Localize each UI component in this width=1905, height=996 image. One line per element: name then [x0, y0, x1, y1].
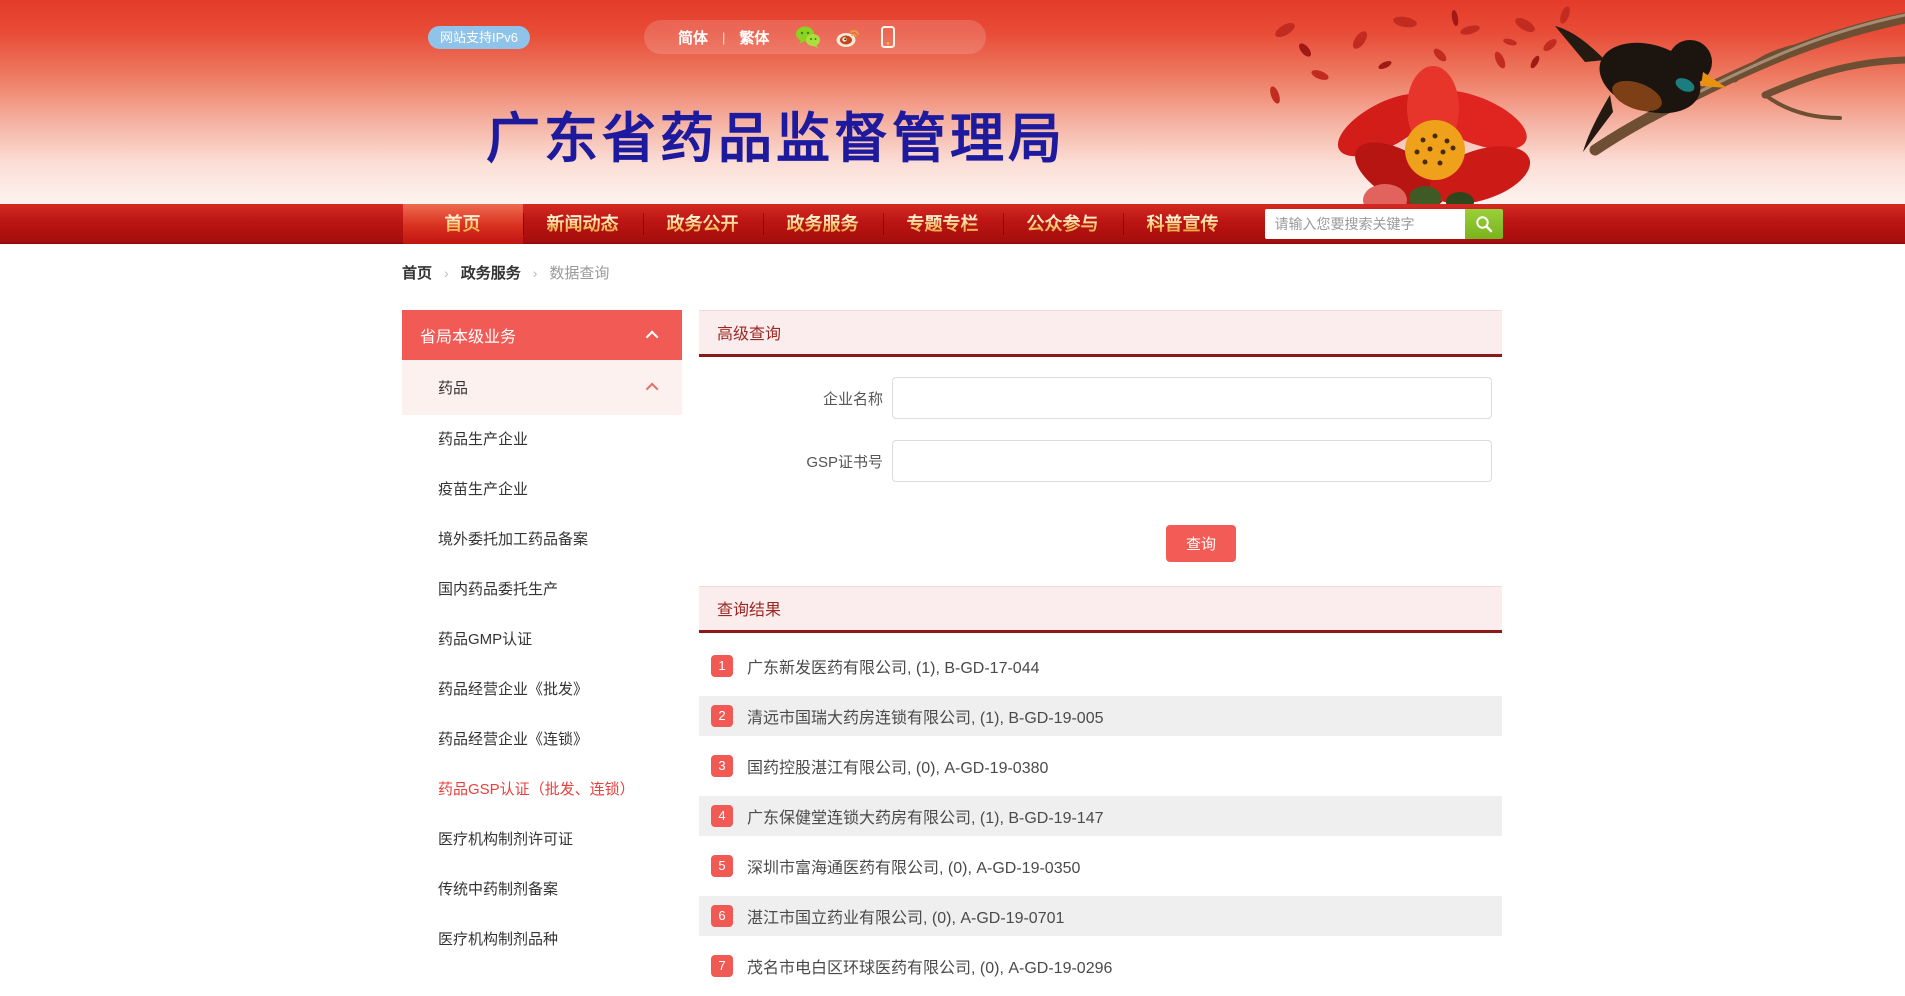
result-text[interactable]: 广东新发医药有限公司, (1), B-GD-17-044 — [747, 654, 1040, 678]
result-row[interactable]: 6 湛江市国立药业有限公司, (0), A-GD-19-0701 — [699, 896, 1502, 936]
sidebar-item[interactable]: 药品生产企业 — [402, 415, 682, 465]
nav-item-label: 新闻动态 — [547, 214, 619, 234]
sidebar: 省局本级业务 药品 药品生产企业 疫苗生产企业 境外委托加工药品备案 国内药品委… — [402, 310, 682, 965]
result-number-badge: 2 — [711, 705, 733, 727]
result-row[interactable]: 5 深圳市富海通医药有限公司, (0), A-GD-19-0350 — [699, 846, 1502, 886]
nav-item-label: 首页 — [445, 214, 481, 234]
lang-simplified-link[interactable]: 简体 — [678, 27, 708, 48]
nav-item-label: 政务公开 — [667, 214, 739, 234]
mobile-icon[interactable] — [875, 24, 901, 50]
main-nav: 首页 新闻动态 政务公开 政务服务 专题专栏 公众 — [0, 204, 1905, 244]
gsp-cert-row: GSP证书号 — [699, 440, 1502, 482]
breadcrumb: 首页 › 政务服务 › 数据查询 — [402, 262, 609, 283]
result-text[interactable]: 湛江市国立药业有限公司, (0), A-GD-19-0701 — [747, 904, 1064, 928]
query-submit-button[interactable]: 查询 — [1166, 525, 1236, 562]
breadcrumb-current: 数据查询 — [549, 262, 609, 283]
social-icons — [795, 24, 901, 50]
site-search — [1265, 209, 1503, 239]
result-text[interactable]: 茂名市电白区环球医药有限公司, (0), A-GD-19-0296 — [747, 954, 1112, 978]
sidebar-item[interactable]: 药品经营企业《连锁》 — [402, 715, 682, 765]
result-number-badge: 6 — [711, 905, 733, 927]
advanced-query-section-header: 高级查询 — [699, 310, 1502, 357]
result-row[interactable]: 1 广东新发医药有限公司, (1), B-GD-17-044 — [699, 646, 1502, 686]
flower-bird-decoration — [1265, 0, 1905, 204]
lang-separator: | — [722, 30, 725, 45]
company-name-input[interactable] — [892, 377, 1492, 419]
nav-item[interactable]: 首页 — [403, 204, 523, 244]
sidebar-item[interactable]: 疫苗生产企业 — [402, 465, 682, 515]
sidebar-group-label: 药品 — [438, 377, 468, 398]
sidebar-item[interactable]: 药品经营企业《批发》 — [402, 665, 682, 715]
nav-item[interactable]: 专题专栏 — [883, 204, 1003, 244]
sidebar-item[interactable]: 境外委托加工药品备案 — [402, 515, 682, 565]
result-text[interactable]: 深圳市富海通医药有限公司, (0), A-GD-19-0350 — [747, 854, 1080, 878]
sidebar-item[interactable]: 药品GSP认证（批发、连锁） — [402, 765, 682, 815]
nav-item-label: 专题专栏 — [907, 214, 979, 234]
result-number-badge: 1 — [711, 655, 733, 677]
nav-item[interactable]: 科普宣传 — [1123, 204, 1243, 244]
sidebar-group-drugs[interactable]: 药品 — [402, 360, 682, 415]
site-header: 网站支持IPv6 简体 | 繁体 — [0, 0, 1905, 204]
main-content: 高级查询 企业名称 GSP证书号 查询 查询结果 1 广东新发医药有限公司, (… — [699, 310, 1502, 996]
result-text[interactable]: 广东保健堂连锁大药房有限公司, (1), B-GD-19-147 — [747, 804, 1104, 828]
search-icon — [1475, 215, 1493, 233]
query-form: 企业名称 GSP证书号 查询 — [699, 357, 1502, 586]
ipv6-support-badge: 网站支持IPv6 — [428, 26, 530, 49]
results-section: 查询结果 1 广东新发医药有限公司, (1), B-GD-17-044 2 清远… — [699, 586, 1502, 986]
nav-item[interactable]: 政务服务 — [763, 204, 883, 244]
search-button[interactable] — [1465, 209, 1503, 239]
sidebar-header-label: 省局本级业务 — [420, 323, 516, 347]
search-input[interactable] — [1265, 209, 1465, 239]
result-text[interactable]: 清远市国瑞大药房连锁有限公司, (1), B-GD-19-005 — [747, 704, 1104, 728]
breadcrumb-section[interactable]: 政务服务 — [461, 262, 521, 283]
chevron-up-icon — [646, 383, 659, 396]
result-row[interactable]: 4 广东保健堂连锁大药房有限公司, (1), B-GD-19-147 — [699, 796, 1502, 836]
nav-item-label: 政务服务 — [787, 214, 859, 234]
results-list: 1 广东新发医药有限公司, (1), B-GD-17-044 2 清远市国瑞大药… — [699, 646, 1502, 986]
result-number-badge: 5 — [711, 855, 733, 877]
sidebar-menu: 药品生产企业 疫苗生产企业 境外委托加工药品备案 国内药品委托生产 药品GMP认… — [402, 415, 682, 965]
header-toolbar: 简体 | 繁体 — [644, 20, 986, 54]
gsp-cert-input[interactable] — [892, 440, 1492, 482]
result-number-badge: 3 — [711, 755, 733, 777]
sidebar-item[interactable]: 药品GMP认证 — [402, 615, 682, 665]
breadcrumb-separator: › — [444, 265, 449, 281]
weibo-icon[interactable] — [835, 24, 861, 50]
nav-item[interactable]: 政务公开 — [643, 204, 763, 244]
nav-item[interactable]: 公众参与 — [1003, 204, 1123, 244]
nav-item-label: 公众参与 — [1027, 214, 1099, 234]
nav-menu: 首页 新闻动态 政务公开 政务服务 专题专栏 公众 — [403, 204, 1243, 244]
nav-item[interactable]: 新闻动态 — [523, 204, 643, 244]
result-text[interactable]: 国药控股湛江有限公司, (0), A-GD-19-0380 — [747, 754, 1048, 778]
sidebar-item[interactable]: 医疗机构制剂许可证 — [402, 815, 682, 865]
sidebar-item[interactable]: 医疗机构制剂品种 — [402, 915, 682, 965]
nav-item-label: 科普宣传 — [1147, 214, 1219, 234]
form-actions: 查询 — [901, 503, 1501, 586]
query-results-section-header: 查询结果 — [699, 586, 1502, 633]
breadcrumb-home[interactable]: 首页 — [402, 262, 432, 283]
chevron-up-icon — [646, 330, 659, 343]
sidebar-item[interactable]: 国内药品委托生产 — [402, 565, 682, 615]
gsp-cert-label: GSP证书号 — [699, 451, 892, 472]
breadcrumb-separator: › — [533, 265, 538, 281]
result-number-badge: 7 — [711, 955, 733, 977]
wechat-icon[interactable] — [795, 24, 821, 50]
result-row[interactable]: 2 清远市国瑞大药房连锁有限公司, (1), B-GD-19-005 — [699, 696, 1502, 736]
site-title: 广东省药品监督管理局 — [486, 94, 1066, 173]
lang-traditional-link[interactable]: 繁体 — [739, 27, 769, 48]
company-name-row: 企业名称 — [699, 377, 1502, 419]
company-name-label: 企业名称 — [699, 388, 892, 409]
result-number-badge: 4 — [711, 805, 733, 827]
result-row[interactable]: 7 茂名市电白区环球医药有限公司, (0), A-GD-19-0296 — [699, 946, 1502, 986]
sidebar-item[interactable]: 传统中药制剂备案 — [402, 865, 682, 915]
sidebar-header-provincial-business[interactable]: 省局本级业务 — [402, 310, 682, 360]
result-row[interactable]: 3 国药控股湛江有限公司, (0), A-GD-19-0380 — [699, 746, 1502, 786]
